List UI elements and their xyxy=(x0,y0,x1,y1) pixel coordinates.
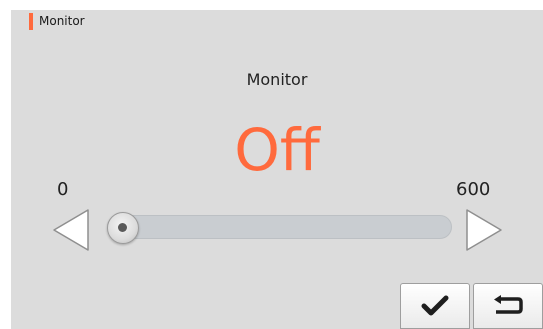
decrease-arrow-button[interactable] xyxy=(51,207,91,253)
check-icon xyxy=(421,295,449,316)
confirm-button[interactable] xyxy=(400,283,470,329)
breadcrumb-accent-bar xyxy=(29,12,33,30)
triangle-right-icon xyxy=(466,209,502,251)
settings-screen: Monitor Monitor Off 0 600 xyxy=(11,10,543,329)
triangle-left-icon xyxy=(53,209,89,251)
slider-thumb[interactable] xyxy=(107,212,139,244)
setting-value: Off xyxy=(234,116,320,184)
slider-min-label: 0 xyxy=(57,179,69,200)
return-arrow-icon xyxy=(494,295,523,314)
slider-max-label: 600 xyxy=(456,179,491,200)
back-button[interactable] xyxy=(473,283,543,329)
breadcrumb-label: Monitor xyxy=(39,14,85,28)
slider-track[interactable] xyxy=(107,215,452,239)
setting-title: Monitor xyxy=(246,70,308,89)
breadcrumb: Monitor xyxy=(29,12,85,30)
slider-thumb-dot xyxy=(118,223,127,232)
increase-arrow-button[interactable] xyxy=(464,207,504,253)
